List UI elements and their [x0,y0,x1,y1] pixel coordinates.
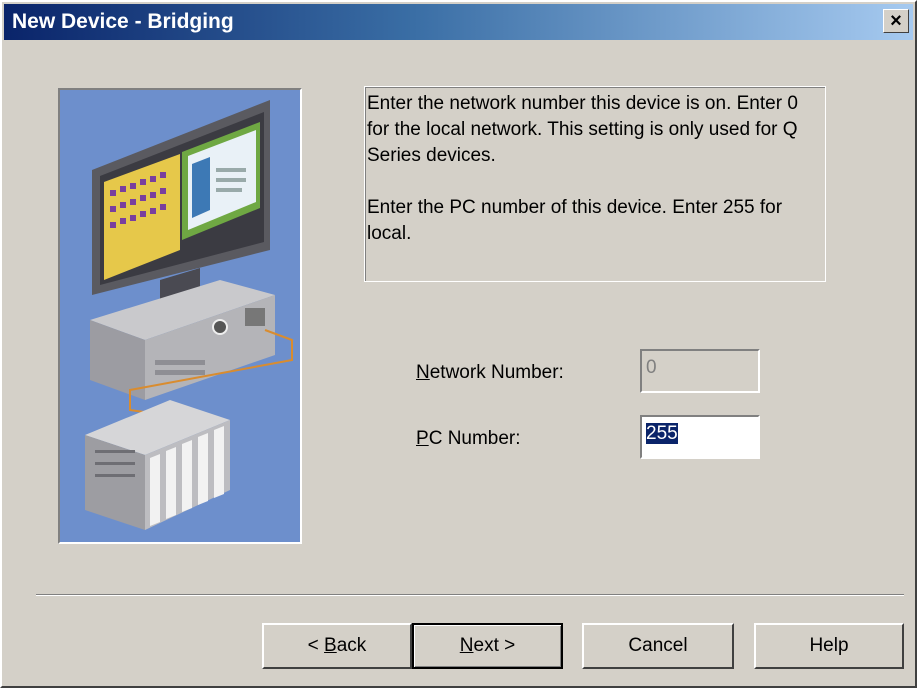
network-number-label: Network Number: [416,362,564,383]
separator [36,594,904,596]
title-bar[interactable]: New Device - Bridging × [4,4,913,40]
window-title: New Device - Bridging [12,10,234,33]
instructions-network: Enter the network number this device is … [367,93,798,166]
instructions-box: Enter the network number this device is … [364,86,826,282]
pc-number-input[interactable]: 255 [640,415,760,459]
close-icon: × [890,10,902,32]
instructions-pc: Enter the PC number of this device. Ente… [367,197,783,244]
computer-plc-network-icon [85,100,293,530]
device-illustration [58,88,302,544]
back-button[interactable]: < Back [262,623,412,669]
dialog-window: New Device - Bridging × Enter the networ… [0,0,917,688]
next-button[interactable]: Next > [412,623,563,669]
close-button[interactable]: × [883,9,909,33]
cancel-button[interactable]: Cancel [582,623,734,669]
network-number-input[interactable]: 0 [640,349,760,393]
pc-number-label: PC Number: [416,428,521,449]
help-button[interactable]: Help [754,623,904,669]
